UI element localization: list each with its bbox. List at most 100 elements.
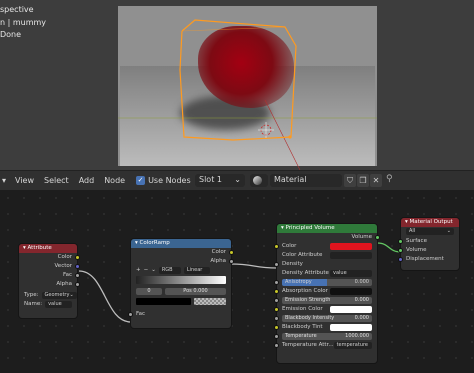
- socket-color-out[interactable]: [75, 255, 80, 260]
- socket-fac-in[interactable]: [128, 312, 133, 317]
- input-temperature-attribute: Temperature Attr... temperature: [274, 341, 377, 350]
- input-blackbody-intensity: Blackbody Intensity 0.000: [274, 314, 377, 323]
- remove-stop-button[interactable]: −: [144, 266, 149, 275]
- slot-dropdown[interactable]: Slot 1 ⌄: [195, 174, 245, 187]
- output-alpha: Alpha: [131, 257, 234, 266]
- output-volume: Volume: [277, 233, 380, 242]
- target-dropdown[interactable]: All ⌄: [406, 228, 454, 235]
- socket-emission-strength-in[interactable]: [274, 298, 279, 303]
- socket-alpha-out[interactable]: [75, 282, 80, 287]
- menu-select[interactable]: Select: [39, 176, 74, 185]
- add-stop-button[interactable]: +: [136, 266, 141, 275]
- input-temperature: Temperature 1000.000: [274, 332, 377, 341]
- stop-controls: 0 Pos 0.000: [131, 287, 231, 296]
- stop-index-field[interactable]: 0: [136, 288, 162, 295]
- material-output-node[interactable]: ▾ Material Output All ⌄ Surface Volume Di…: [398, 218, 459, 270]
- input-fac: Fac: [128, 310, 231, 319]
- socket-blackbody-intensity-in[interactable]: [274, 316, 279, 321]
- socket-anisotropy-in[interactable]: [274, 280, 279, 285]
- input-color: Color: [274, 242, 377, 251]
- socket-vector-out[interactable]: [75, 264, 80, 269]
- principled-volume-node[interactable]: ▾ Principled Volume Volume Color Color A…: [274, 224, 380, 363]
- input-volume: Volume: [398, 246, 459, 255]
- socket-surface-in[interactable]: [398, 239, 403, 244]
- color-ramp-gradient[interactable]: [136, 276, 226, 284]
- stop-color-row: [131, 297, 231, 306]
- output-fac: Fac: [19, 271, 80, 280]
- 3d-viewport[interactable]: spective n | mummy Done: [0, 0, 474, 170]
- blackbody-tint-swatch[interactable]: [330, 324, 372, 331]
- material-output-header[interactable]: ▾ Material Output: [401, 218, 459, 227]
- unlink-material-icon[interactable]: ✕: [370, 174, 382, 187]
- principled-volume-title: Principled Volume: [285, 225, 335, 231]
- emission-strength-slider[interactable]: Emission Strength 0.000: [282, 297, 372, 304]
- type-row: Type: Geometry ⌄: [19, 291, 77, 300]
- menu-add[interactable]: Add: [74, 176, 100, 185]
- blackbody-intensity-slider[interactable]: Blackbody Intensity 0.000: [282, 315, 372, 322]
- socket-displacement-in[interactable]: [398, 257, 403, 262]
- stop-position-field[interactable]: Pos 0.000: [165, 288, 226, 295]
- socket-alpha-out[interactable]: [229, 259, 234, 264]
- menu-node[interactable]: Node: [99, 176, 130, 185]
- color-mode-dropdown[interactable]: RGB: [158, 267, 181, 274]
- name-field[interactable]: value: [45, 301, 72, 308]
- socket-density-in[interactable]: [274, 262, 279, 267]
- viewport-status-label: Done: [0, 30, 22, 39]
- pin-icon[interactable]: ⚲: [386, 174, 393, 184]
- selection-bounding-box: [118, 19, 377, 170]
- anisotropy-slider[interactable]: Anisotropy 0.000: [282, 279, 372, 286]
- socket-absorption-in[interactable]: [274, 289, 279, 294]
- socket-fac-out[interactable]: [75, 273, 80, 278]
- type-label: Type:: [24, 292, 39, 298]
- node-editor-header: ▾ View Select Add Node ✓ Use Nodes Slot …: [0, 170, 474, 190]
- socket-color-out[interactable]: [229, 250, 234, 255]
- temperature-slider[interactable]: Temperature 1000.000: [282, 333, 372, 340]
- absorption-color-swatch[interactable]: [330, 288, 372, 295]
- color-attribute-field[interactable]: [330, 252, 372, 259]
- colorramp-node-header[interactable]: ▾ ColorRamp: [131, 239, 231, 248]
- stop-alpha-swatch[interactable]: [194, 298, 226, 305]
- socket-color-in[interactable]: [274, 244, 279, 249]
- socket-volume-in[interactable]: [398, 248, 403, 253]
- input-emission-color: Emission Color: [274, 305, 377, 314]
- volume-color-swatch[interactable]: [330, 243, 372, 250]
- input-anisotropy: Anisotropy 0.000: [274, 278, 377, 287]
- ramp-toolbar: + − ⌄ RGB Linear: [131, 266, 231, 275]
- input-blackbody-tint: Blackbody Tint: [274, 323, 377, 332]
- density-attribute-field[interactable]: value: [330, 270, 372, 277]
- editor-type-chevron-icon[interactable]: ▾: [0, 176, 10, 185]
- socket-temperature-in[interactable]: [274, 334, 279, 339]
- interpolation-dropdown[interactable]: Linear: [183, 267, 210, 274]
- use-nodes-toggle[interactable]: ✓ Use Nodes: [130, 176, 197, 185]
- principled-volume-header[interactable]: ▾ Principled Volume: [277, 224, 377, 233]
- input-color-attribute: Color Attribute: [277, 251, 377, 260]
- type-dropdown[interactable]: Geometry ⌄: [41, 292, 77, 299]
- chevron-down-icon: ⌄: [234, 175, 241, 184]
- ramp-menu-chevron-icon[interactable]: ⌄: [151, 266, 156, 275]
- attribute-node-header[interactable]: ▾ Attribute: [19, 244, 77, 253]
- attribute-node[interactable]: ▾ Attribute Color Vector Fac Alpha Type:…: [19, 244, 80, 318]
- socket-volume-out[interactable]: [375, 235, 380, 240]
- menu-view[interactable]: View: [10, 176, 39, 185]
- output-color: Color: [19, 253, 80, 262]
- material-browse-button[interactable]: [250, 174, 268, 187]
- colorramp-node[interactable]: ▾ ColorRamp Color Alpha + − ⌄ RGB Linear…: [128, 239, 234, 328]
- emission-color-swatch[interactable]: [330, 306, 372, 313]
- viewport-view-label: spective: [0, 5, 34, 14]
- output-vector: Vector: [19, 262, 80, 271]
- name-label: Name:: [24, 301, 43, 307]
- material-sphere-icon: [253, 176, 262, 185]
- material-output-title: Material Output: [409, 219, 453, 225]
- material-name-field[interactable]: Material: [270, 174, 342, 187]
- duplicate-material-icon[interactable]: ❐: [357, 174, 369, 187]
- node-editor-canvas[interactable]: ▾ Attribute Color Vector Fac Alpha Type:…: [0, 190, 474, 373]
- socket-temperature-attr-in[interactable]: [274, 343, 279, 348]
- socket-blackbody-tint-in[interactable]: [274, 325, 279, 330]
- attribute-node-title: Attribute: [27, 245, 52, 251]
- temperature-attribute-field[interactable]: temperature: [333, 342, 372, 349]
- stop-color-swatch[interactable]: [136, 298, 191, 305]
- output-color: Color: [131, 248, 234, 257]
- checkmark-icon[interactable]: ✓: [136, 176, 146, 185]
- fake-user-shield-icon[interactable]: ⛉: [344, 174, 356, 187]
- socket-emission-color-in[interactable]: [274, 307, 279, 312]
